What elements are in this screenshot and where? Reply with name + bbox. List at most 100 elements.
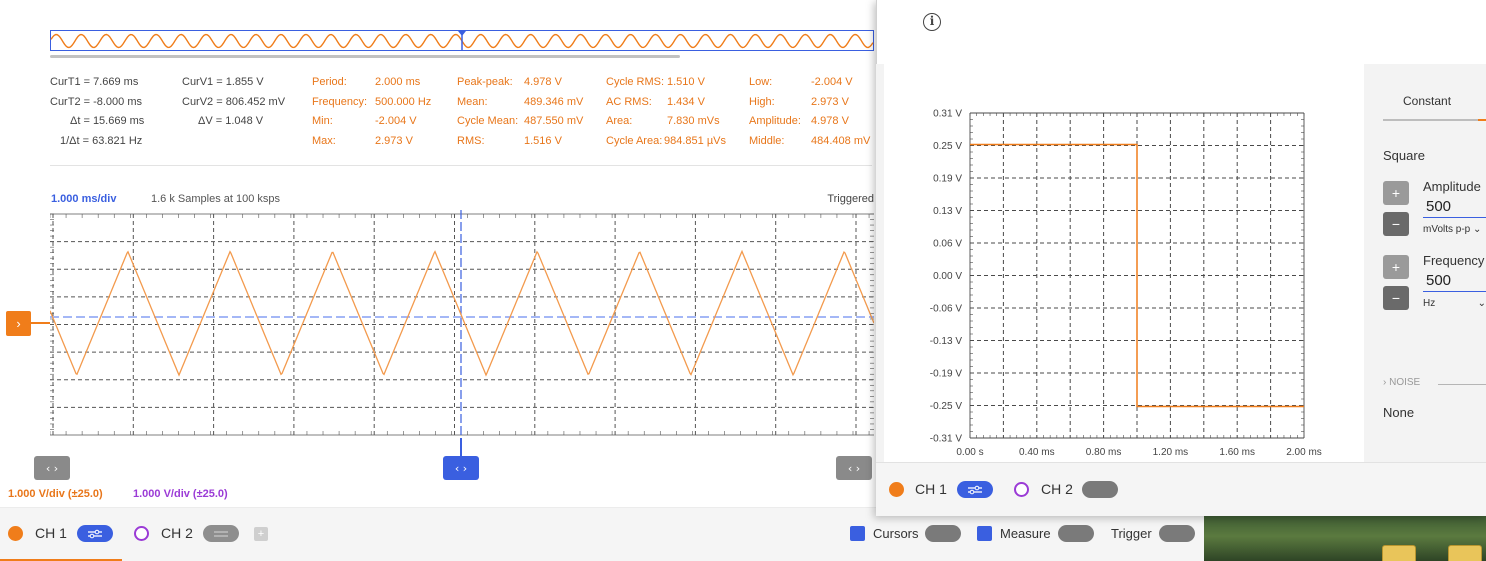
sliders-icon: [88, 529, 102, 538]
desktop-background: [1204, 516, 1486, 561]
x-tick-label: 2.00 ms: [1286, 447, 1322, 458]
meas-value: 2.000 ms: [375, 76, 421, 88]
meas-value: 984.851 µVs: [664, 134, 726, 147]
ch2-volts-div[interactable]: 1.000 V/div (±25.0): [133, 488, 228, 500]
meas-label: Frequency:: [312, 95, 368, 108]
wg-ch2-label[interactable]: CH 2: [1041, 481, 1073, 497]
overview-scrollbar[interactable]: [50, 55, 680, 58]
desktop-root: CurT1 = 7.669 ms CurT2 = -8.000 ms Δt = …: [0, 0, 1486, 561]
cursors-label[interactable]: Cursors: [873, 526, 919, 541]
meas-label: Cycle Area:: [606, 134, 663, 147]
cur-t1: CurT1 = 7.669 ms: [50, 76, 139, 88]
info-icon[interactable]: i: [923, 13, 941, 31]
meas-value: 4.978 V: [524, 76, 562, 88]
wavegen-header: i: [876, 0, 1486, 64]
cur-v2: CurV2 = 806.452 mV: [182, 95, 286, 108]
wavegen-settings-panel: Constant Square + − Amplitude 500 mVolts…: [1366, 64, 1486, 462]
meas-value: 2.973 V: [811, 95, 849, 108]
noise-section-header[interactable]: › NOISE: [1383, 377, 1420, 388]
meas-label: Cycle Mean:: [457, 115, 519, 128]
measure-checkbox[interactable]: [977, 526, 992, 541]
meas-label: Low:: [749, 76, 773, 88]
time-cursor-stem[interactable]: [460, 438, 462, 456]
cursors-settings-toggle[interactable]: [925, 525, 961, 542]
ch2-label[interactable]: CH 2: [161, 525, 193, 541]
ch1-label[interactable]: CH 1: [35, 525, 67, 541]
meas-value: 487.550 mV: [524, 115, 584, 128]
measure-settings-toggle[interactable]: [1058, 525, 1094, 542]
frequency-input[interactable]: 500: [1426, 272, 1451, 289]
wg-ch1-settings-toggle[interactable]: [957, 481, 993, 498]
y-tick-label: -0.06 V: [930, 304, 963, 315]
meas-values-b: 4.978 V 489.346 mV 487.550 mV 1.516 V: [524, 73, 583, 151]
ch2-settings-toggle[interactable]: [203, 525, 239, 542]
frequency-unit: Hz: [1423, 298, 1436, 309]
wavegen-window: i 0.31 V 0.25 V 0.19 V 0.13 V 0.06 V 0.00 V -0…: [876, 0, 1486, 516]
meas-label: Period:: [312, 76, 347, 88]
ch1-waveform: [50, 249, 874, 377]
ch1-offset-marker-stem: [31, 322, 50, 324]
tab-constant[interactable]: Constant: [1403, 94, 1451, 108]
time-div-label[interactable]: 1.000 ms/div: [51, 193, 116, 205]
trigger-settings-toggle[interactable]: [1159, 525, 1195, 542]
cursors-checkbox[interactable]: [850, 526, 865, 541]
tab-underline: [1383, 119, 1478, 121]
x-tick-label: 1.60 ms: [1219, 447, 1255, 458]
meas-values-d: -2.004 V 2.973 V 4.978 V 484.408 mV: [811, 73, 870, 151]
ch1-settings-toggle[interactable]: [77, 525, 113, 542]
meas-values-a: 2.000 ms 500.000 Hz -2.004 V 2.973 V: [375, 73, 431, 151]
wavegen-body: 0.31 V 0.25 V 0.19 V 0.13 V 0.06 V 0.00 V -0.0…: [876, 64, 1486, 462]
wavegen-preview-plot: 0.31 V 0.25 V 0.19 V 0.13 V 0.06 V 0.00 V -0.0…: [930, 109, 1322, 459]
meas-value: 1.510 V: [667, 76, 705, 88]
frequency-plus-button[interactable]: +: [1383, 255, 1409, 279]
wg-ch2-settings-toggle[interactable]: [1082, 481, 1118, 498]
meas-label: Area:: [606, 115, 633, 128]
trigger-label[interactable]: Trigger: [1111, 526, 1152, 541]
scroll-left-handle[interactable]: ‹ ›: [34, 456, 70, 480]
amplitude-unit: mVolts p-p: [1423, 224, 1471, 235]
meas-value: 4.978 V: [811, 115, 849, 128]
meas-label: Max:: [312, 134, 336, 147]
amplitude-label: Amplitude: [1423, 179, 1481, 194]
wg-ch1-label[interactable]: CH 1: [915, 481, 947, 497]
folder-icon[interactable]: [1382, 545, 1416, 561]
wavegen-x-ticks: 0.00 s 0.40 ms 0.80 ms 1.20 ms 1.60 ms 2.00 m…: [956, 447, 1321, 458]
chevron-down-icon: ⌄: [1477, 298, 1486, 309]
frequency-unit-select[interactable]: Hz ⌄: [1423, 298, 1486, 309]
ch1-indicator-icon[interactable]: [8, 526, 23, 541]
amplitude-plus-button[interactable]: +: [1383, 181, 1409, 205]
y-tick-label: -0.31 V: [930, 434, 963, 445]
trigger-status: Triggered: [827, 193, 874, 205]
sliders-icon: [214, 530, 228, 537]
meas-labels-c: Cycle RMS: AC RMS: Area: Cycle Area:: [606, 73, 664, 151]
wg-ch2-indicator-icon[interactable]: [1014, 482, 1029, 497]
meas-label: Min:: [312, 115, 333, 128]
folder-icon[interactable]: [1448, 545, 1482, 561]
scroll-right-handle[interactable]: ‹ ›: [836, 456, 872, 480]
wg-ch1-indicator-icon[interactable]: [889, 482, 904, 497]
y-tick-label: 0.06 V: [933, 239, 962, 250]
scope-plot[interactable]: [50, 210, 874, 438]
y-tick-label: 0.31 V: [933, 109, 962, 120]
y-tick-label: 0.19 V: [933, 174, 962, 185]
add-channel-icon[interactable]: +: [254, 527, 268, 541]
x-tick-label: 1.20 ms: [1153, 447, 1189, 458]
ch1-volts-div[interactable]: 1.000 V/div (±25.0): [8, 488, 103, 500]
ch2-indicator-icon[interactable]: [134, 526, 149, 541]
waveform-type-label[interactable]: Square: [1383, 148, 1425, 163]
measure-label[interactable]: Measure: [1000, 526, 1051, 541]
y-tick-label: -0.13 V: [930, 336, 963, 347]
overview-strip[interactable]: [50, 30, 874, 51]
meas-label: Amplitude:: [749, 115, 801, 128]
noise-value[interactable]: None: [1383, 405, 1414, 420]
ch1-offset-marker[interactable]: ›: [6, 311, 31, 336]
meas-value: 484.408 mV: [811, 134, 871, 147]
y-tick-label: 0.00 V: [933, 271, 962, 282]
amplitude-unit-select[interactable]: mVolts p-p ⌄: [1423, 224, 1481, 235]
frequency-minus-button[interactable]: −: [1383, 286, 1409, 310]
meas-label: High:: [749, 95, 775, 108]
amplitude-input[interactable]: 500: [1426, 198, 1451, 215]
amplitude-minus-button[interactable]: −: [1383, 212, 1409, 236]
time-cursor-handle[interactable]: ‹ ›: [443, 456, 479, 480]
meas-labels-b: Peak-peak: Mean: Cycle Mean: RMS:: [457, 73, 518, 151]
